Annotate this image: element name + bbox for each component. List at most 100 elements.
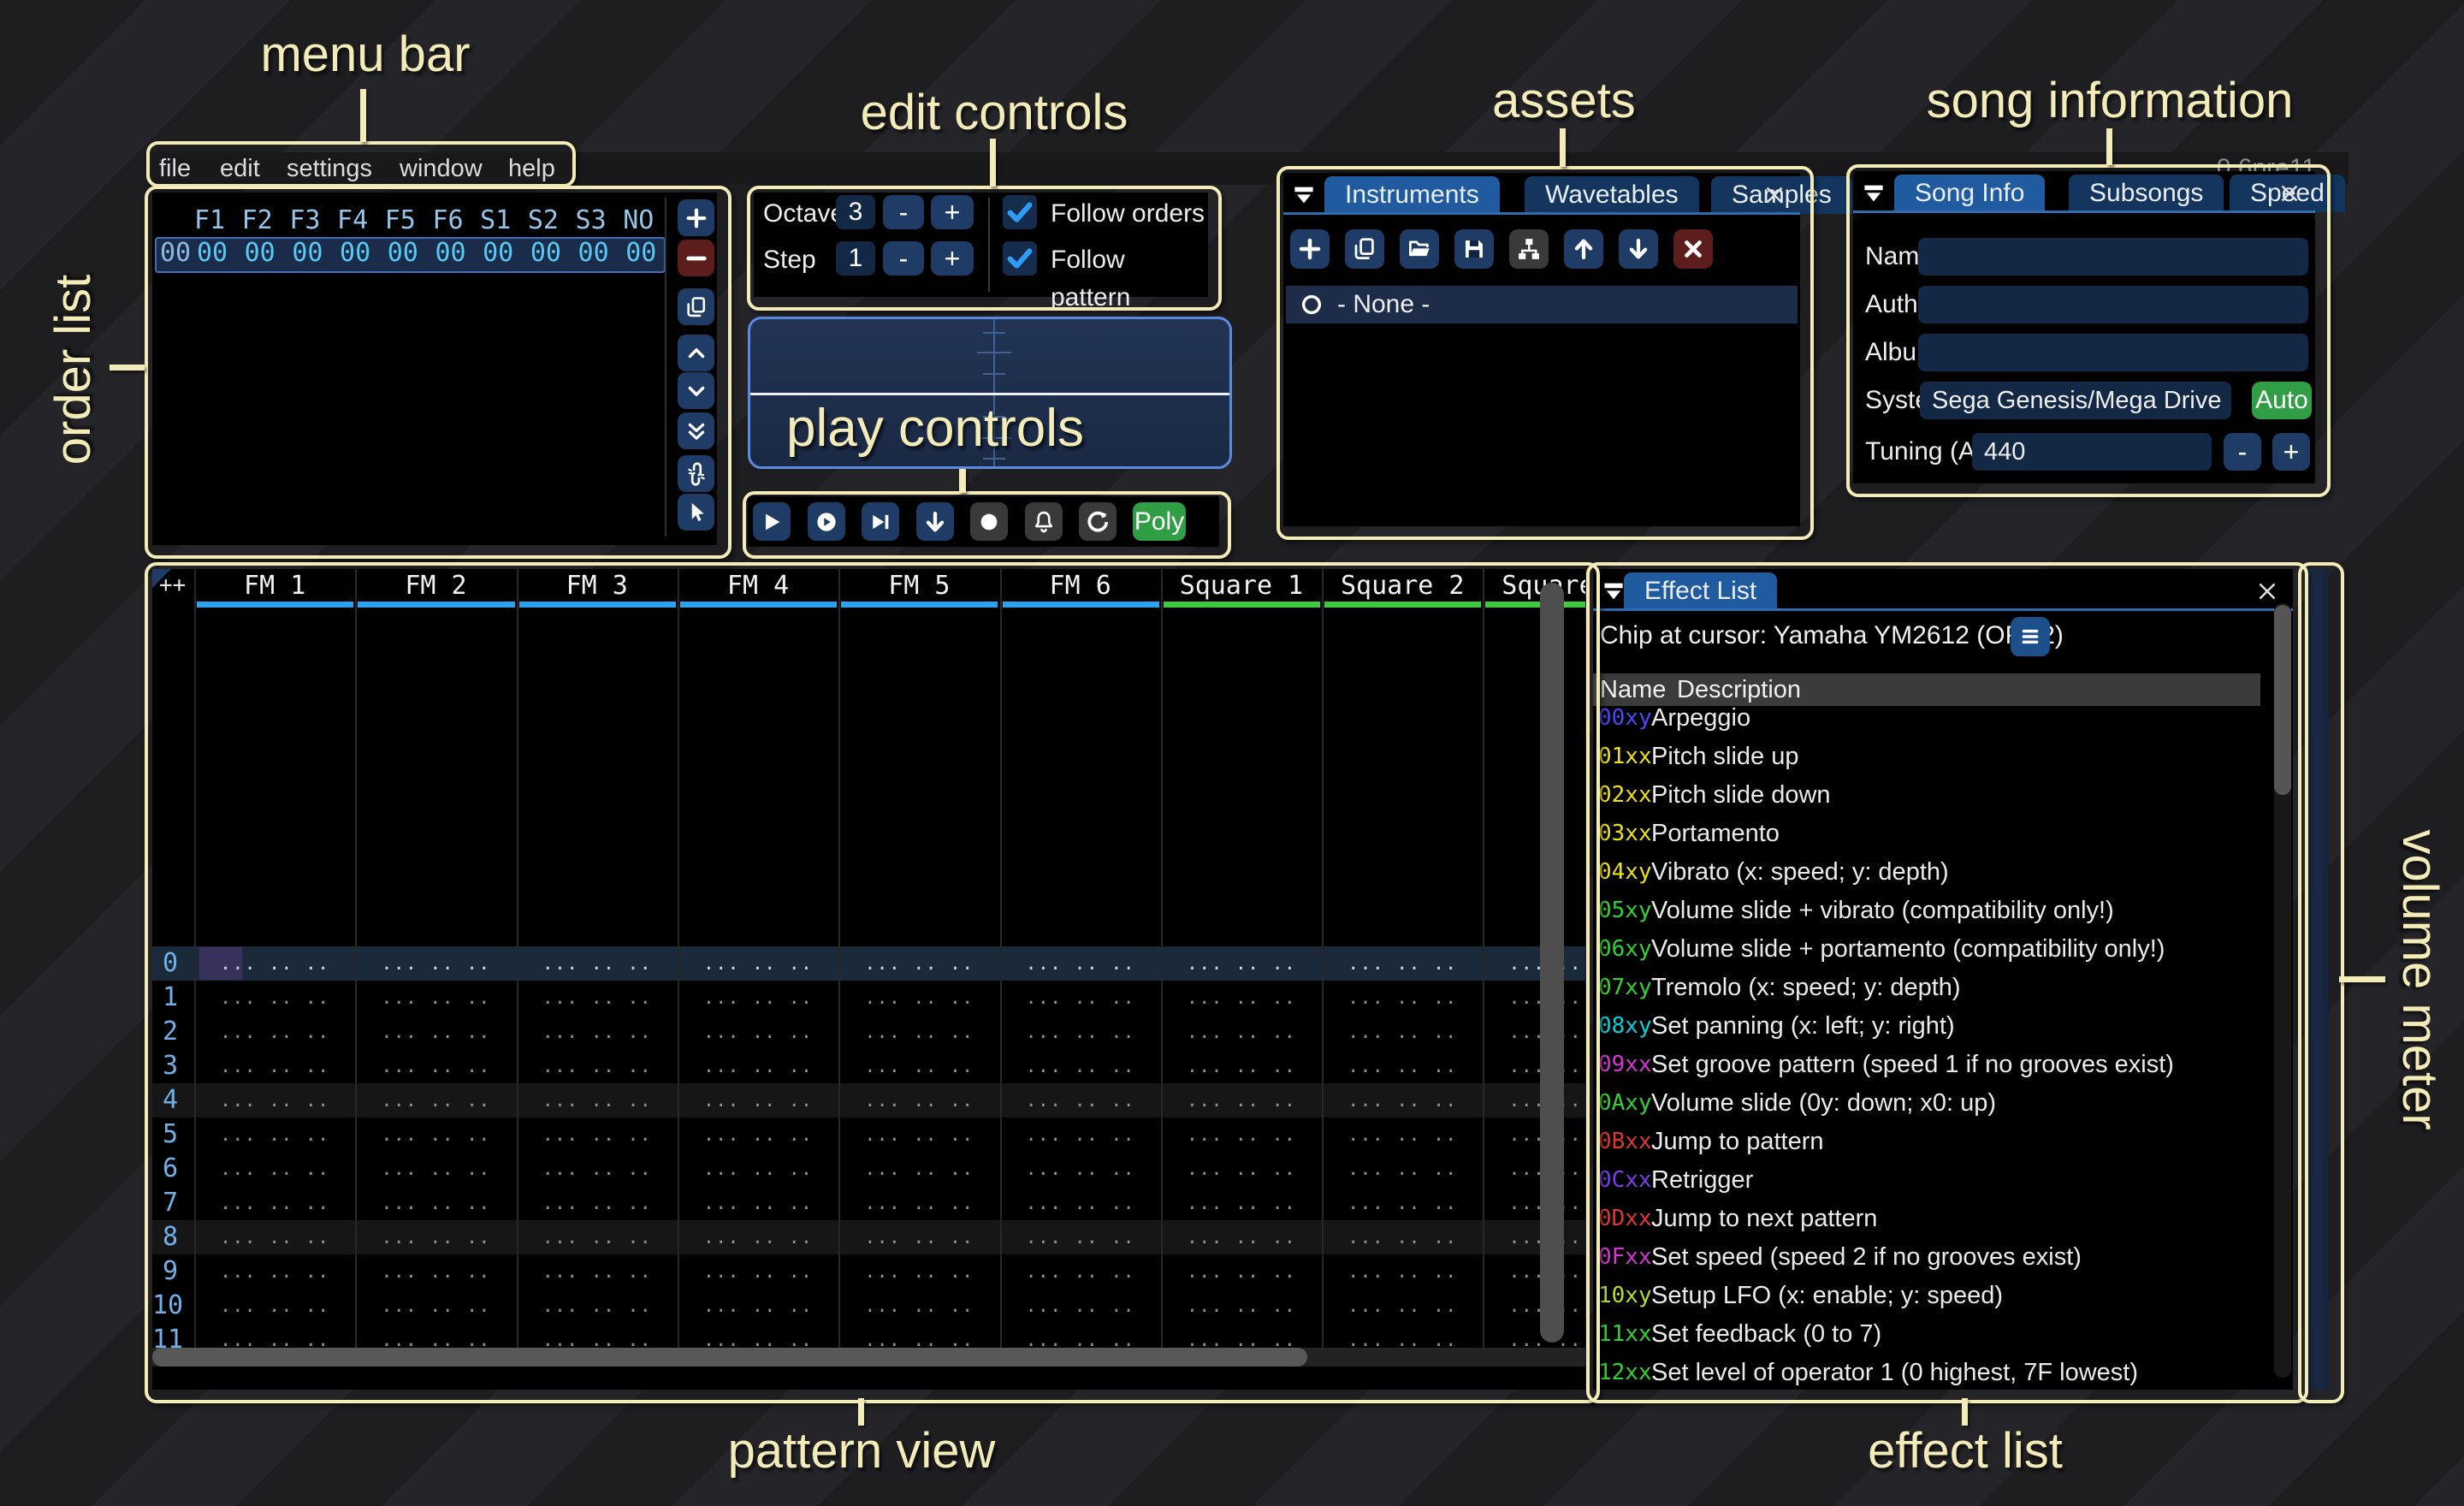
channel-header-fm-5[interactable]: FM 5 [838,569,999,603]
pattern-cell[interactable]: ... .. .. .... [355,1186,516,1220]
order-row[interactable]: 0000000000000000000000 [155,237,666,273]
effect-scrollbar-thumb[interactable] [2274,605,2291,795]
assets-plus-button[interactable] [1290,229,1330,269]
record-button[interactable] [970,502,1008,541]
pattern-cell[interactable]: ... .. .. .... [1322,1083,1483,1118]
tuning-minus-button[interactable]: - [2224,433,2261,471]
pattern-cell[interactable]: ... .. .. .... [517,1220,678,1254]
pattern-cell[interactable]: ... .. .. .... [1483,1049,1585,1083]
pattern-cell[interactable]: ... .. .. .... [1161,1152,1322,1186]
pattern-cell[interactable]: ... .. .. .... [838,1049,999,1083]
pattern-cell[interactable]: ... .. .. .... [355,981,516,1015]
pattern-cell[interactable]: ... .. .. .... [1483,1152,1585,1186]
pattern-cell[interactable]: ... .. .. .... [194,1083,355,1118]
pattern-cell[interactable]: ... .. .. .... [194,946,355,981]
pattern-cell[interactable]: ... .. .. .... [517,1289,678,1323]
pattern-cell[interactable]: ... .. .. .... [678,1289,838,1323]
pattern-cell[interactable]: ... .. .. .... [1000,981,1161,1015]
pattern-cell[interactable]: ... .. .. .... [194,1186,355,1220]
play-pattern-button[interactable] [808,502,845,541]
pattern-cell[interactable]: ... .. .. .... [194,1118,355,1152]
pattern-cell[interactable]: ... .. .. .... [517,1186,678,1220]
channel-header-square-3[interactable]: Square 3 [1483,569,1585,603]
pattern-cell[interactable]: ... .. .. .... [838,1083,999,1118]
pattern-cell[interactable]: ... .. .. .... [1000,1083,1161,1118]
author-input[interactable] [1918,286,2308,323]
tuning-plus-button[interactable]: + [2272,433,2310,471]
pattern-cell[interactable]: ... .. .. .... [838,1118,999,1152]
pattern-cell[interactable]: ... .. .. .... [1322,1289,1483,1323]
assets-arrow-down-button[interactable] [1619,229,1658,269]
pattern-cell[interactable]: ... .. .. .... [355,1254,516,1289]
pattern-cell[interactable]: ... .. .. .... [1322,1220,1483,1254]
order-value[interactable]: 00 [617,239,665,268]
pattern-cell[interactable]: ... .. .. .... [1483,981,1585,1015]
assets-folder-open-button[interactable] [1400,229,1439,269]
pattern-cell[interactable]: ... .. .. .... [1161,1186,1322,1220]
pattern-cell[interactable]: ... .. .. .... [1322,1254,1483,1289]
pattern-cell[interactable]: ... .. .. .... [678,1186,838,1220]
tab-subsongs[interactable]: Subsongs [2069,175,2224,212]
pattern-options-button[interactable]: ++ [159,572,186,598]
channel-header-fm-6[interactable]: FM 6 [1000,569,1161,603]
octave-plus-button[interactable]: + [931,195,974,229]
pattern-cell[interactable]: ... .. .. .... [1322,1015,1483,1049]
assets-tree-button[interactable] [1509,229,1549,269]
pattern-cell[interactable]: ... .. .. .... [1483,1186,1585,1220]
pattern-cell[interactable]: ... .. .. .... [1161,1289,1322,1323]
close-icon[interactable] [1759,180,1790,210]
pattern-cell[interactable]: ... .. .. .... [1322,1118,1483,1152]
channel-header-square-2[interactable]: Square 2 [1322,569,1483,603]
album-input[interactable] [1918,334,2308,371]
menu-item-window[interactable]: window [400,152,483,185]
pattern-cell[interactable]: ... .. .. .... [355,946,516,981]
order-value[interactable]: 00 [522,239,570,268]
pattern-vertical-scrollbar[interactable] [1540,583,1564,1343]
order-cursor-button[interactable] [678,494,714,531]
pattern-cell[interactable]: ... .. .. .... [1161,1083,1322,1118]
pattern-cell[interactable]: ... .. .. .... [1483,1015,1585,1049]
tab-wavetables[interactable]: Wavetables [1525,176,1699,214]
pattern-cell[interactable]: ... .. .. .... [1161,1220,1322,1254]
step-value[interactable]: 1 [836,241,875,276]
pattern-cell[interactable]: ... .. .. .... [355,1015,516,1049]
pattern-cell[interactable]: ... .. .. .... [517,1118,678,1152]
pattern-cell[interactable]: ... .. .. .... [838,1152,999,1186]
pattern-horizontal-scrollbar-thumb[interactable] [152,1348,1307,1367]
pattern-cell[interactable]: ... .. .. .... [517,1015,678,1049]
pattern-cell[interactable]: ... .. .. .... [1483,1254,1585,1289]
pattern-cell[interactable]: ... .. .. .... [1000,1289,1161,1323]
play-button[interactable] [753,502,791,541]
pattern-cell[interactable]: ... .. .. .... [838,1289,999,1323]
pattern-cell[interactable]: ... .. .. .... [838,1015,999,1049]
arrow-down-button[interactable] [916,502,954,541]
menu-item-help[interactable]: help [508,152,555,185]
pattern-cell[interactable]: ... .. .. .... [1000,1186,1161,1220]
pattern-cell[interactable]: ... .. .. .... [355,1118,516,1152]
pattern-cell[interactable]: ... .. .. .... [1161,946,1322,981]
poly-button[interactable]: Poly [1133,502,1186,541]
pattern-horizontal-scrollbar-track[interactable] [152,1348,1585,1367]
pattern-cell[interactable]: ... .. .. .... [517,1254,678,1289]
order-value[interactable]: 00 [236,239,284,268]
pattern-cell[interactable]: ... .. .. .... [1483,1220,1585,1254]
pattern-cell[interactable]: ... .. .. .... [194,981,355,1015]
menu-item-edit[interactable]: edit [220,152,260,185]
order-value[interactable]: 00 [331,239,379,268]
hamburger-menu-button[interactable] [2011,617,2050,656]
octave-minus-button[interactable]: - [883,195,924,229]
tab-song-info[interactable]: Song Info [1894,175,2045,212]
pattern-cell[interactable]: ... .. .. .... [838,1220,999,1254]
pattern-cell[interactable]: ... .. .. .... [1161,1118,1322,1152]
pattern-cell[interactable]: ... .. .. .... [1483,1083,1585,1118]
channel-header-fm-1[interactable]: FM 1 [194,569,355,603]
play-step-button[interactable] [862,502,899,541]
pattern-cell[interactable]: ... .. .. .... [678,1220,838,1254]
pattern-cell[interactable]: ... .. .. .... [1483,1289,1585,1323]
instrument-list-item[interactable]: - None - [1286,286,1798,323]
assets-duplicate-button[interactable] [1345,229,1384,269]
pattern-cell[interactable]: ... .. .. .... [194,1049,355,1083]
pattern-cell[interactable]: ... .. .. .... [1000,1118,1161,1152]
pattern-cell[interactable]: ... .. .. .... [1483,1118,1585,1152]
pattern-cell[interactable]: ... .. .. .... [355,1220,516,1254]
